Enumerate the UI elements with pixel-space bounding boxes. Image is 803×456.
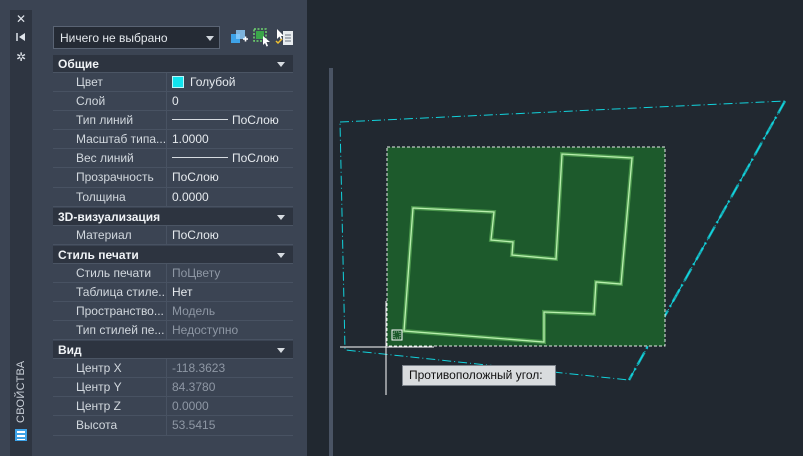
linetype-sample [172, 157, 228, 159]
property-row[interactable]: Слой 0 [53, 92, 293, 112]
property-name: Тип линий [53, 111, 167, 130]
property-value-text: Нет [172, 284, 193, 299]
property-row[interactable]: Стиль печати ПоЦвету [53, 263, 293, 283]
property-value[interactable]: Голубой [172, 73, 236, 91]
palette-title-strip: ✕ ✲ СВОЙСТВА [10, 10, 32, 456]
property-value[interactable]: 0.0000 [172, 188, 209, 206]
property-name: Стиль печати [53, 263, 167, 282]
selection-dropdown-value: Ничего не выбрано [60, 31, 168, 45]
section-header[interactable]: Стиль печати [53, 245, 293, 264]
property-value: Модель [172, 302, 215, 320]
property-row[interactable]: Пространство... Модель [53, 301, 293, 322]
chevron-down-icon[interactable] [277, 214, 285, 220]
property-value: 0.0000 [172, 397, 209, 415]
property-value-text: 0 [172, 94, 179, 109]
property-name: Цвет [53, 73, 167, 92]
property-name: Пространство... [53, 301, 167, 321]
section-title: Общие [58, 57, 99, 71]
property-value-text: ПоСлою [172, 170, 219, 185]
property-name: Высота [53, 416, 167, 435]
property-value-text: ПоСлою [172, 227, 219, 242]
property-value: -118.3623 [172, 359, 225, 377]
property-row[interactable]: Центр Y 84.3780 [53, 378, 293, 398]
property-value-text: 53.5415 [172, 418, 216, 433]
property-name: Вес линий [53, 149, 167, 168]
property-value-text: 84.3780 [172, 380, 216, 395]
color-swatch [172, 76, 184, 88]
property-value-text: Недоступно [172, 323, 239, 338]
property-name: Масштаб типа... [53, 130, 167, 149]
property-name: Прозрачность [53, 168, 167, 187]
chevron-down-icon [206, 36, 214, 41]
property-value: 84.3780 [172, 378, 215, 396]
property-value-text: ПоСлою [232, 113, 279, 128]
quick-select-icon[interactable] [275, 27, 295, 47]
property-name: Таблица стиле... [53, 282, 167, 301]
chevron-down-icon[interactable] [277, 348, 285, 354]
property-row[interactable]: Тип стилей пе... Недоступно [53, 321, 293, 341]
property-name: Центр X [53, 359, 167, 378]
property-value[interactable]: ПоСлою [172, 226, 219, 244]
drawing-area[interactable] [307, 0, 803, 456]
section-header[interactable]: Вид [53, 341, 293, 360]
property-value[interactable]: 0 [172, 92, 179, 110]
chevron-down-icon[interactable] [277, 252, 285, 258]
property-name: Толщина [53, 187, 167, 206]
toggle-pickadd-icon[interactable] [229, 27, 249, 47]
property-value-text: ПоСлою [232, 151, 279, 166]
section-header[interactable]: 3D-визуализация [53, 207, 293, 226]
properties-palette: ✕ ✲ СВОЙСТВА Ничего не выбрано Общие Цвет… [0, 0, 333, 456]
section-title: Вид [58, 343, 82, 358]
property-value[interactable]: 1.0000 [172, 130, 209, 148]
property-value[interactable]: ПоСлою [172, 111, 279, 129]
property-value-text: 1.0000 [172, 132, 209, 147]
property-row[interactable]: Толщина 0.0000 [53, 187, 293, 207]
property-name: Материал [53, 225, 167, 244]
property-value-text: 0.0000 [172, 399, 209, 414]
property-row[interactable]: Центр Z 0.0000 [53, 397, 293, 417]
command-tooltip: Противоположный угол: [402, 365, 556, 386]
property-row[interactable]: Цвет Голубой [53, 73, 293, 93]
settings-icon[interactable]: ✲ [14, 50, 28, 64]
property-value-text: ПоЦвету [172, 265, 221, 280]
drawing-canvas[interactable] [307, 0, 803, 456]
section-title: 3D-визуализация [58, 209, 161, 224]
property-name: Тип стилей пе... [53, 321, 167, 340]
palette-side-title: СВОЙСТВА [15, 360, 27, 423]
property-row[interactable]: Высота 53.5415 [53, 416, 293, 436]
property-name: Слой [53, 92, 167, 111]
property-value[interactable]: Нет [172, 283, 192, 301]
chevron-down-icon[interactable] [277, 62, 285, 67]
select-objects-icon[interactable] [252, 27, 272, 47]
property-value: 53.5415 [172, 416, 215, 434]
property-value-text: 0.0000 [172, 189, 209, 204]
property-value: Недоступно [172, 321, 238, 339]
properties-icon[interactable] [14, 428, 28, 442]
section-title: Стиль печати [58, 247, 139, 262]
property-value[interactable]: ПоСлою [172, 149, 279, 167]
property-row[interactable]: Вес линий ПоСлою [53, 149, 293, 169]
property-row[interactable]: Таблица стиле... Нет [53, 282, 293, 302]
property-value-text: Голубой [190, 75, 236, 89]
property-row[interactable]: Материал ПоСлою [53, 225, 293, 245]
property-value[interactable]: ПоСлою [172, 168, 219, 186]
pin-icon[interactable] [14, 30, 28, 44]
property-value-text: -118.3623 [172, 361, 226, 376]
property-row[interactable]: Масштаб типа... 1.0000 [53, 130, 293, 150]
property-name: Центр Y [53, 378, 167, 397]
properties-grid: Общие Цвет Голубой Слой 0 Тип линий ПоСлою Масш… [53, 54, 293, 436]
property-value-text: Модель [172, 303, 216, 318]
palette-content: Ничего не выбрано Общие Цвет Голубой Слой 0 Т… [33, 14, 333, 456]
property-value: ПоЦвету [172, 264, 220, 282]
property-row[interactable]: Прозрачность ПоСлою [53, 168, 293, 188]
property-row[interactable]: Тип линий ПоСлою [53, 111, 293, 131]
property-name: Центр Z [53, 397, 167, 416]
section-header[interactable]: Общие [53, 55, 293, 73]
property-row[interactable]: Центр X -118.3623 [53, 359, 293, 379]
selection-dropdown[interactable]: Ничего не выбрано [53, 26, 220, 49]
linetype-sample [172, 119, 228, 121]
close-icon[interactable]: ✕ [14, 12, 28, 26]
